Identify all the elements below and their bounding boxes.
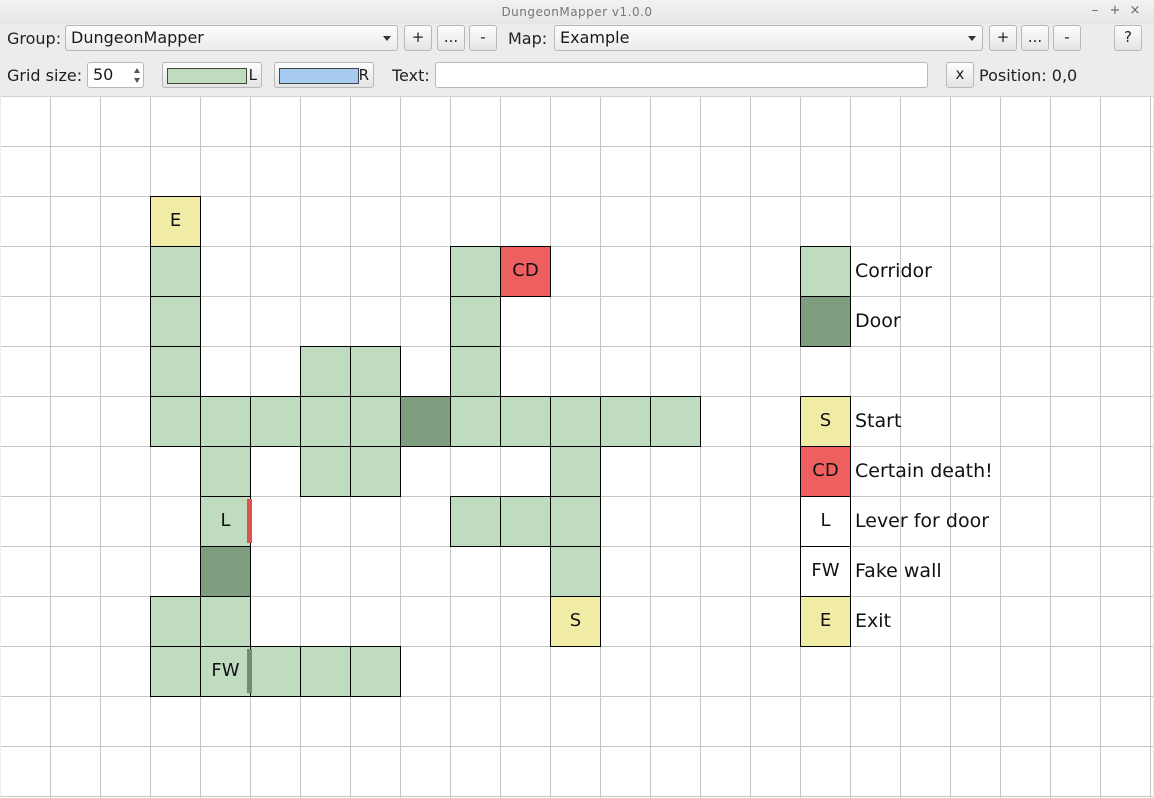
map-cell[interactable] xyxy=(450,246,501,297)
right-color-swatch xyxy=(279,68,359,84)
grid-size-label: Grid size: xyxy=(7,66,83,85)
add-map-button[interactable]: + xyxy=(989,25,1017,51)
map-cell[interactable] xyxy=(200,446,251,497)
grid-size-value: 50 xyxy=(93,65,114,84)
map-cell[interactable] xyxy=(150,646,201,697)
legend-label: Exit xyxy=(855,610,891,632)
legend-swatch[interactable] xyxy=(800,246,851,297)
chevron-down-icon xyxy=(968,36,976,41)
window-title: DungeonMapper v1.0.0 xyxy=(501,5,653,19)
map-cell[interactable] xyxy=(350,446,401,497)
wall-marker xyxy=(247,499,252,543)
map-cell[interactable] xyxy=(550,496,601,547)
map-cell[interactable] xyxy=(150,246,201,297)
map-cell[interactable] xyxy=(300,446,351,497)
legend-swatch[interactable] xyxy=(800,296,851,347)
remove-group-button[interactable]: - xyxy=(469,25,497,51)
title-bar: DungeonMapper v1.0.0 – + × xyxy=(0,0,1154,24)
legend-swatch[interactable]: S xyxy=(800,396,851,447)
map-cell[interactable] xyxy=(300,396,351,447)
text-label: Text: xyxy=(392,66,430,85)
legend-label: Start xyxy=(855,410,902,432)
group-select[interactable]: DungeonMapper xyxy=(65,25,398,51)
maximize-icon[interactable]: + xyxy=(1108,3,1122,18)
map-canvas[interactable]: E CD L S FW Corridor Door S Start CD Certain deat… xyxy=(1,96,1153,798)
map-cell[interactable] xyxy=(500,496,551,547)
map-cell[interactable] xyxy=(400,396,451,447)
cell-text-input[interactable] xyxy=(435,62,928,88)
map-label: Map: xyxy=(508,29,548,48)
map-cell[interactable] xyxy=(250,396,301,447)
map-cell[interactable]: CD xyxy=(500,246,551,297)
map-cell[interactable] xyxy=(250,646,301,697)
spinner-up-icon[interactable] xyxy=(134,68,140,73)
right-color-tag: R xyxy=(358,66,369,84)
left-color-tag: L xyxy=(248,66,257,84)
map-cell[interactable] xyxy=(150,346,201,397)
help-button[interactable]: ? xyxy=(1114,25,1142,51)
map-cell[interactable] xyxy=(550,546,601,597)
map-cell[interactable] xyxy=(450,496,501,547)
map-cell[interactable]: L xyxy=(200,496,251,547)
map-cell[interactable] xyxy=(350,396,401,447)
legend-label: Certain death! xyxy=(855,460,993,482)
legend-swatch[interactable]: CD xyxy=(800,446,851,497)
chevron-down-icon xyxy=(383,36,391,41)
minimize-icon[interactable]: – xyxy=(1088,3,1102,18)
map-cell[interactable] xyxy=(200,396,251,447)
legend-swatch[interactable]: E xyxy=(800,596,851,647)
toolbar-group-map: Group: DungeonMapper + ... - Map: Exampl… xyxy=(0,24,1154,60)
map-cell[interactable] xyxy=(150,296,201,347)
left-color-button[interactable]: L xyxy=(162,62,262,88)
remove-map-button[interactable]: - xyxy=(1053,25,1081,51)
legend-label: Corridor xyxy=(855,260,932,282)
map-select-value: Example xyxy=(560,28,630,47)
right-color-button[interactable]: R xyxy=(274,62,374,88)
map-cell[interactable] xyxy=(450,346,501,397)
left-color-swatch xyxy=(167,68,247,84)
map-cell[interactable] xyxy=(550,396,601,447)
map-cell[interactable]: FW xyxy=(200,646,251,697)
map-cell[interactable] xyxy=(150,596,201,647)
clear-text-button[interactable]: x xyxy=(946,62,974,88)
position-readout: Position: 0,0 xyxy=(979,66,1078,85)
legend-label: Fake wall xyxy=(855,560,942,582)
spinner-down-icon[interactable] xyxy=(134,78,140,83)
wall-marker xyxy=(247,649,252,693)
map-cell[interactable] xyxy=(450,296,501,347)
map-select[interactable]: Example xyxy=(554,25,983,51)
legend-label: Lever for door xyxy=(855,510,990,532)
map-cell[interactable]: E xyxy=(150,196,201,247)
group-label: Group: xyxy=(7,29,62,48)
map-cell[interactable] xyxy=(200,546,251,597)
map-cell[interactable] xyxy=(600,396,651,447)
map-cell[interactable] xyxy=(350,646,401,697)
group-select-value: DungeonMapper xyxy=(71,28,204,47)
legend-swatch[interactable]: FW xyxy=(800,546,851,597)
map-cell[interactable] xyxy=(300,646,351,697)
add-group-button[interactable]: + xyxy=(404,25,432,51)
map-cell[interactable] xyxy=(500,396,551,447)
map-cell[interactable] xyxy=(200,596,251,647)
map-cell[interactable]: S xyxy=(550,596,601,647)
toolbar-settings: Grid size: 50 L R Text: x Position: 0,0 xyxy=(0,60,1154,96)
map-cell[interactable] xyxy=(300,346,351,397)
grid-size-spinner[interactable]: 50 xyxy=(87,62,144,88)
map-cell[interactable] xyxy=(650,396,701,447)
edit-group-button[interactable]: ... xyxy=(437,25,465,51)
map-cell[interactable] xyxy=(150,396,201,447)
map-cell[interactable] xyxy=(450,396,501,447)
legend-label: Door xyxy=(855,310,901,332)
map-cell[interactable] xyxy=(350,346,401,397)
edit-map-button[interactable]: ... xyxy=(1021,25,1049,51)
legend-swatch[interactable]: L xyxy=(800,496,851,547)
close-icon[interactable]: × xyxy=(1128,3,1142,18)
map-cell[interactable] xyxy=(550,446,601,497)
